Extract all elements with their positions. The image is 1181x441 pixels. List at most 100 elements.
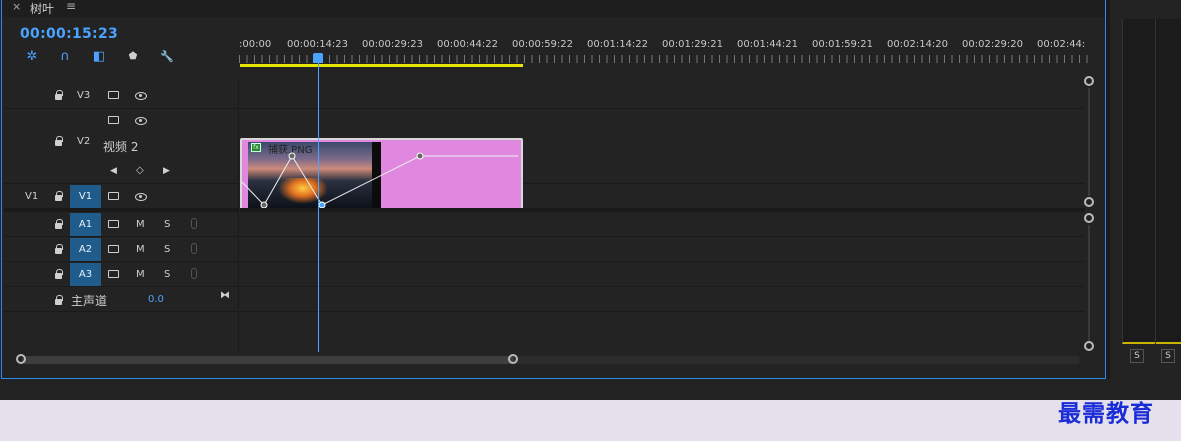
lock-icon[interactable] [54, 90, 63, 100]
mic-icon[interactable] [191, 218, 197, 229]
keyframe-point[interactable] [288, 152, 296, 160]
track-lane-master[interactable] [240, 287, 1085, 312]
add-keyframe-icon[interactable]: ◇ [136, 165, 144, 176]
sync-lock-icon[interactable] [108, 220, 119, 228]
sequence-name[interactable]: 树叶 [30, 0, 54, 17]
ruler-label: 00:00:44:22 [437, 39, 499, 50]
lock-icon[interactable] [54, 269, 63, 279]
mic-icon[interactable] [191, 243, 197, 254]
ruler-label: 00:02:44: [1037, 39, 1086, 50]
ruler-label: 00:01:29:21 [662, 39, 724, 50]
track-target-a2[interactable]: A2 [70, 238, 101, 261]
lock-icon[interactable] [54, 136, 63, 146]
video-scroll-handle-bottom[interactable] [1084, 197, 1094, 207]
close-icon[interactable]: × [12, 0, 21, 13]
mic-icon[interactable] [191, 268, 197, 279]
track-header-a2: A2 M S [4, 237, 239, 262]
meter-separator [1155, 19, 1156, 344]
sync-lock-icon[interactable] [108, 116, 119, 124]
ruler-label: 00:00:59:22 [512, 39, 574, 50]
track-target-a1[interactable]: A1 [70, 213, 101, 236]
go-to-out-icon[interactable]: ⧓ [220, 290, 230, 301]
track-target-a3[interactable]: A3 [70, 263, 101, 286]
eye-icon[interactable] [135, 92, 147, 100]
solo-left-button[interactable]: S [1130, 349, 1144, 363]
audio-meter [1122, 19, 1181, 344]
ruler-label: 00:01:44:21 [737, 39, 799, 50]
insert-nest-icon[interactable]: ✲ [24, 50, 40, 64]
time-ruler[interactable]: :00:00 00:00:14:23 00:00:29:23 00:00:44:… [239, 35, 1089, 69]
sync-lock-icon[interactable] [108, 245, 119, 253]
mute-button[interactable]: M [136, 269, 145, 280]
next-keyframe-icon[interactable]: ▶ [163, 166, 170, 176]
master-volume-value[interactable]: 0.0 [148, 294, 164, 305]
playhead-line[interactable] [318, 60, 319, 352]
panel-menu-icon[interactable]: ≡ [66, 0, 76, 13]
sync-lock-icon[interactable] [108, 91, 119, 99]
lock-icon[interactable] [54, 295, 63, 305]
ruler-label: 00:01:14:22 [587, 39, 649, 50]
playhead-timecode[interactable]: 00:00:15:23 [20, 26, 118, 42]
workspace: × 树叶 ≡ 00:00:15:23 ✲ ∩ ◧ ⬟ 🔧 :00:00 00:0… [0, 0, 1181, 400]
solo-button[interactable]: S [164, 244, 170, 255]
wrench-icon[interactable]: 🔧 [159, 50, 175, 64]
solo-button[interactable]: S [164, 219, 170, 230]
horizontal-scroll-thumb[interactable] [22, 356, 514, 364]
track-lane-v3[interactable] [240, 80, 1085, 109]
ruler-label: 00:00:14:23 [287, 39, 349, 50]
track-header-master: 主声道 0.0 ⧓ [4, 287, 239, 312]
sync-lock-icon[interactable] [108, 192, 119, 200]
ruler-label: 00:01:59:21 [812, 39, 874, 50]
video-scrollbar[interactable] [1088, 88, 1090, 196]
mute-button[interactable]: M [136, 244, 145, 255]
sync-lock-icon[interactable] [108, 270, 119, 278]
track-target-v1[interactable]: V1 [70, 185, 101, 208]
timeline-panel: × 树叶 ≡ 00:00:15:23 ✲ ∩ ◧ ⬟ 🔧 :00:00 00:0… [1, 0, 1106, 379]
track-lane-v2[interactable]: fx 捕获.PNG [240, 109, 1085, 211]
track-name: 主声道 [71, 294, 108, 308]
track-lane-a2[interactable] [240, 237, 1085, 262]
track-lane-a1[interactable] [240, 212, 1085, 237]
lock-icon[interactable] [54, 219, 63, 229]
track-headers: V3 V2 视频 2 ◀ ◇ ▶ V1 V1 A1 M S A2 M S A3 … [4, 80, 239, 352]
lock-icon[interactable] [54, 244, 63, 254]
video-scroll-handle-top[interactable] [1084, 76, 1094, 86]
lock-icon[interactable] [54, 191, 63, 201]
snap-magnet-icon[interactable]: ∩ [57, 50, 73, 64]
prev-keyframe-icon[interactable]: ◀ [110, 166, 117, 176]
audio-scrollbar[interactable] [1088, 225, 1090, 341]
audio-scroll-handle-top[interactable] [1084, 213, 1094, 223]
track-header-v1: V1 V1 [4, 184, 239, 209]
ruler-label: :00:00 [239, 39, 272, 50]
panel-tab[interactable]: × 树叶 ≡ [2, 0, 1105, 17]
solo-button[interactable]: S [164, 269, 170, 280]
audio-meters-panel: S S [1110, 0, 1181, 379]
track-header-a3: A3 M S [4, 262, 239, 287]
track-area[interactable]: fx 捕获.PNG [240, 80, 1085, 352]
linked-selection-icon[interactable]: ◧ [91, 50, 107, 64]
marker-icon[interactable]: ⬟ [125, 50, 141, 64]
mute-button[interactable]: M [136, 219, 145, 230]
eye-icon[interactable] [135, 193, 147, 201]
ruler-ticks [239, 55, 1089, 63]
horizontal-scrollbar[interactable] [22, 356, 1080, 364]
zoom-handle-right[interactable] [508, 354, 518, 364]
watermark: 最需教育 [1058, 400, 1154, 427]
keyframe-point[interactable] [416, 152, 424, 160]
ruler-label: 00:00:29:23 [362, 39, 424, 50]
track-lane-v1[interactable] [240, 184, 1085, 209]
track-header-v3: V3 [4, 80, 239, 109]
track-name: V2 [77, 136, 91, 147]
track-lane-a3[interactable] [240, 262, 1085, 287]
track-display-name[interactable]: 视频 2 [103, 138, 138, 155]
zoom-handle-left[interactable] [16, 354, 26, 364]
eye-icon[interactable] [135, 117, 147, 125]
source-patch-v1[interactable]: V1 [25, 191, 38, 202]
track-name: V3 [77, 90, 91, 101]
work-area-bar[interactable] [240, 64, 523, 67]
ruler-label: 00:02:29:20 [962, 39, 1024, 50]
ruler-label: 00:02:14:20 [887, 39, 949, 50]
track-header-a1: A1 M S [4, 212, 239, 237]
solo-right-button[interactable]: S [1161, 349, 1175, 363]
audio-scroll-handle-bottom[interactable] [1084, 341, 1094, 351]
